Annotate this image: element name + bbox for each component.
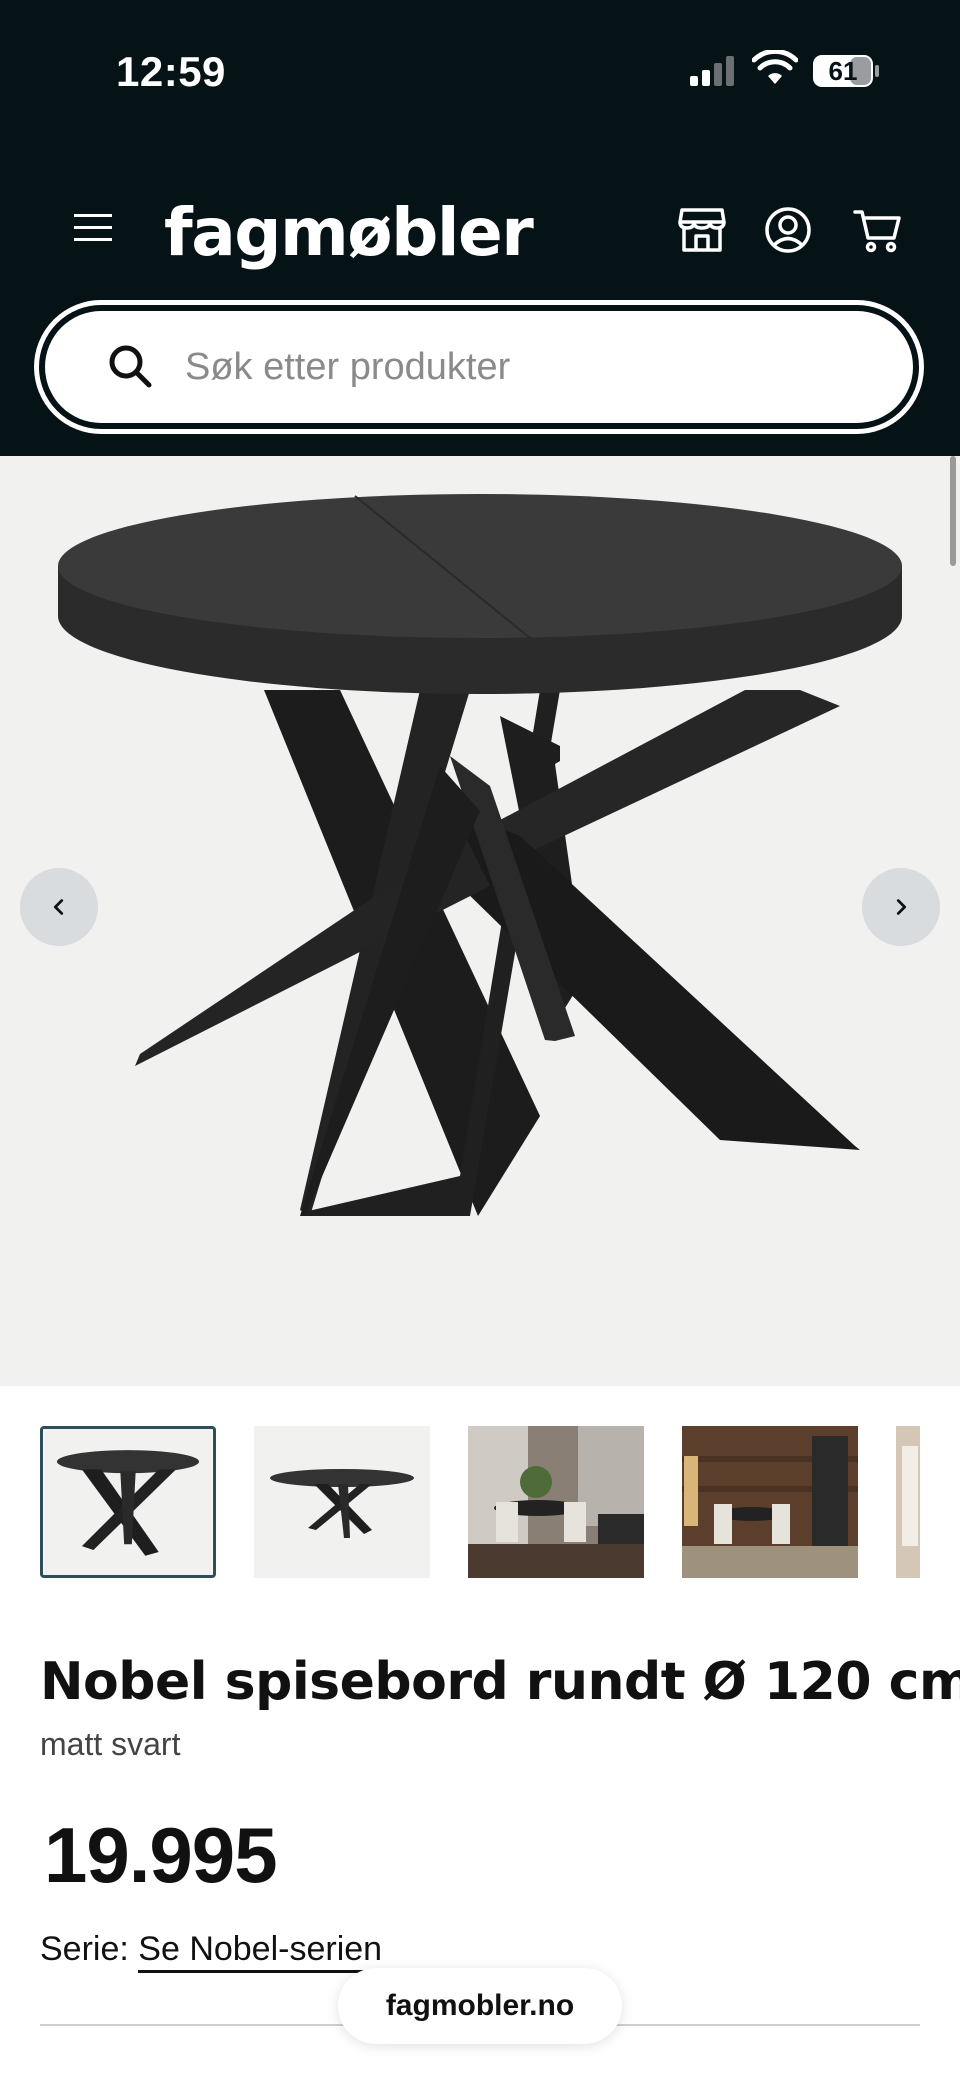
product-variant: matt svart [40, 1726, 181, 1762]
thumbnail-image-table-side [254, 1426, 430, 1578]
site-logo[interactable]: fagmøbler [164, 194, 534, 271]
product-image-gallery[interactable] [0, 456, 960, 1386]
thumbnail-image-room [896, 1426, 920, 1578]
search-bar [34, 300, 924, 434]
product-title: Nobel spisebord rundt Ø 120 cm [40, 1652, 960, 1712]
product-image-table [58, 494, 902, 1216]
browser-url-bar[interactable]: fagmobler.no [338, 1968, 622, 2044]
thumbnail-1[interactable] [40, 1426, 216, 1578]
thumbnail-image-cabin-dining [682, 1426, 858, 1578]
page-scroll-indicator [950, 456, 956, 566]
thumbnail-image-table-front [43, 1429, 213, 1575]
menu-button[interactable] [62, 200, 126, 256]
status-time: 12:59 [116, 48, 226, 95]
battery-level: 61 [828, 56, 858, 86]
thumbnail-3[interactable] [468, 1426, 644, 1578]
battery-indicator: 61 [812, 54, 880, 88]
next-image-button[interactable] [862, 868, 940, 946]
search-icon [109, 345, 152, 388]
series-link[interactable]: Se Nobel-serien [138, 1930, 383, 1973]
chevron-left-icon [53, 899, 64, 915]
series-label: Serie: [40, 1930, 129, 1968]
product-series: Serie: Se Nobel-serien [40, 1930, 383, 1973]
store-button[interactable] [676, 204, 728, 256]
site-header: fagmøbler [0, 140, 960, 456]
wifi-icon [752, 50, 798, 84]
thumbnail-image-dining-room [468, 1426, 644, 1578]
search-field [45, 311, 913, 423]
search-input[interactable] [185, 329, 865, 405]
account-icon [765, 207, 811, 253]
chevron-right-icon [896, 899, 907, 915]
cart-button[interactable] [852, 204, 904, 256]
store-icon [678, 208, 726, 252]
menu-icon [74, 214, 112, 241]
status-bar: 12:59 61 [0, 0, 960, 140]
cart-icon [853, 210, 901, 253]
thumbnail-strip [40, 1426, 920, 1578]
product-price: 19.995 [44, 1811, 278, 1899]
cellular-signal-icon [690, 56, 734, 86]
previous-image-button[interactable] [20, 868, 98, 946]
thumbnail-5[interactable] [896, 1426, 920, 1578]
account-button[interactable] [762, 204, 814, 256]
thumbnail-2[interactable] [254, 1426, 430, 1578]
thumbnail-4[interactable] [682, 1426, 858, 1578]
